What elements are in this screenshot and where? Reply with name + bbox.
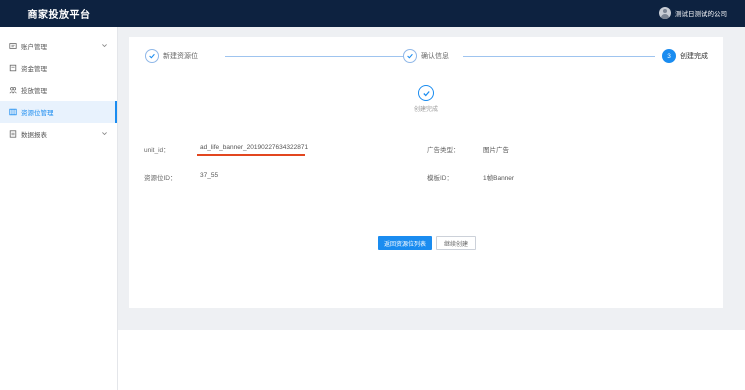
progress-steps: 新建资源位 确认信息 3 创建完成 <box>145 49 711 65</box>
report-icon <box>9 130 17 138</box>
sidebar: 账户管理 资金管理 投放管理 资源位管理 数据报表 <box>0 27 118 390</box>
sidebar-item-label: 资金管理 <box>21 66 47 73</box>
step-number: 3 <box>662 49 676 63</box>
wallet-icon <box>9 64 17 72</box>
check-icon <box>145 49 159 63</box>
user-card-icon <box>9 42 17 50</box>
highlight-underline <box>197 154 305 156</box>
success-text: 创建完成 <box>413 107 438 113</box>
chevron-down-icon <box>102 44 107 48</box>
user-menu[interactable]: 测试日测试的公司 <box>659 7 727 19</box>
step-connector <box>463 56 655 57</box>
template-id-label: 模板ID： <box>427 175 453 182</box>
sidebar-item-label: 数据报表 <box>21 132 47 139</box>
grid-icon <box>9 108 17 116</box>
sidebar-item-label: 投放管理 <box>21 88 47 95</box>
step-label: 新建资源位 <box>163 53 198 60</box>
top-bar: 商家投放平台 测试日测试的公司 <box>0 0 745 27</box>
sidebar-item-funds[interactable]: 资金管理 <box>0 57 117 79</box>
people-icon <box>9 86 17 94</box>
check-icon <box>403 49 417 63</box>
ad-type-value: 图片广告 <box>483 147 509 154</box>
step-label: 创建完成 <box>680 53 708 60</box>
slot-id-label: 资源位ID： <box>144 175 177 182</box>
step-complete: 3 创建完成 <box>662 49 708 63</box>
continue-create-button[interactable]: 继续创建 <box>436 236 476 250</box>
back-to-list-button[interactable]: 返回资源位列表 <box>378 236 432 250</box>
sidebar-item-account[interactable]: 账户管理 <box>0 35 117 57</box>
slot-id-value: 37_55 <box>200 172 219 179</box>
step-create-slot: 新建资源位 <box>145 49 198 63</box>
sidebar-item-label: 资源位管理 <box>21 110 54 117</box>
success-check-icon <box>418 85 434 101</box>
unit-id-value: ad_life_banner_20190227634322871 <box>200 144 309 151</box>
sidebar-item-delivery[interactable]: 投放管理 <box>0 79 117 101</box>
brand-title: 商家投放平台 <box>27 10 91 21</box>
ad-type-label: 广告类型： <box>427 147 460 154</box>
sidebar-item-label: 账户管理 <box>21 44 47 51</box>
sidebar-item-reports[interactable]: 数据报表 <box>0 123 117 145</box>
sidebar-item-resource-slots[interactable]: 资源位管理 <box>0 101 117 123</box>
step-connector <box>225 56 410 57</box>
footer-area <box>118 330 745 390</box>
step-label: 确认信息 <box>421 53 449 60</box>
user-name: 测试日测试的公司 <box>675 11 727 18</box>
result-card: 新建资源位 确认信息 3 创建完成 创建完成 unit_id： ad_life_… <box>129 37 723 308</box>
template-id-value: 1帧Banner <box>483 175 515 182</box>
avatar <box>659 7 671 19</box>
step-confirm-info: 确认信息 <box>403 49 449 63</box>
unit-id-label: unit_id： <box>144 147 170 154</box>
chevron-down-icon <box>102 132 107 136</box>
